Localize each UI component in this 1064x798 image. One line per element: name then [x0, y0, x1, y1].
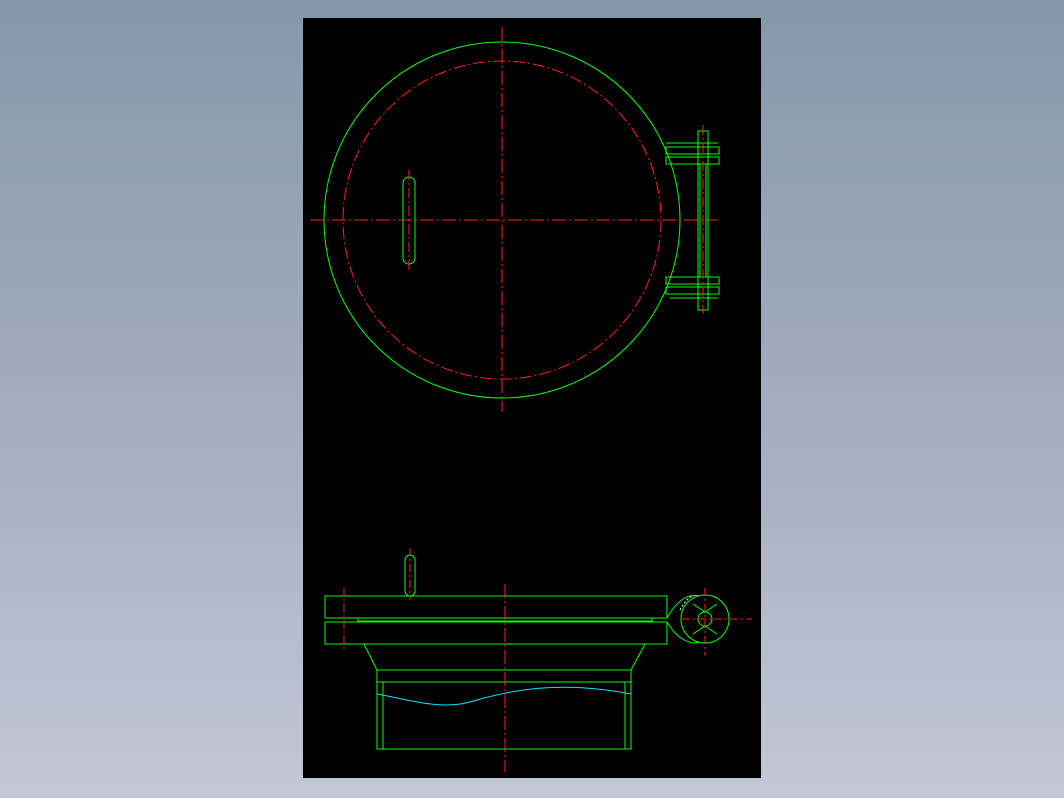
hinge-lug-upper — [665, 146, 720, 155]
cad-drawing — [310, 27, 752, 772]
hinge-lug-lower-2 — [665, 286, 720, 295]
hinge-side-view — [666, 588, 752, 656]
drawing-sheet — [303, 18, 761, 778]
top-view — [310, 27, 720, 412]
break-line — [376, 686, 632, 706]
nozzle-body — [376, 681, 632, 750]
cover-plate — [324, 595, 668, 619]
flange — [324, 621, 668, 645]
front-view — [324, 548, 752, 772]
hinge-lug-upper-2 — [665, 156, 720, 165]
neck — [376, 669, 632, 683]
hinge-lug-lower — [665, 276, 720, 285]
